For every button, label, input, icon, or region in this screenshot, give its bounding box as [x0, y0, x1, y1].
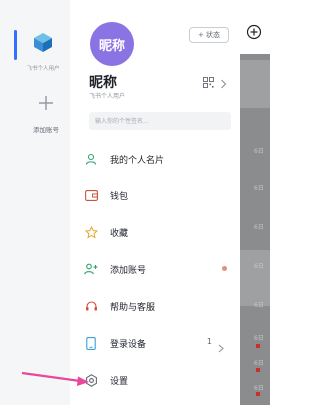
- nickname[interactable]: 昵称: [89, 72, 117, 92]
- feishu-logo-icon[interactable]: [32, 32, 54, 58]
- menu-label: 帮助与客服: [110, 302, 156, 313]
- flag-icon: [256, 392, 260, 396]
- background-date: 6日: [254, 263, 264, 270]
- wallet-icon: [84, 188, 98, 202]
- background-date: 6日: [254, 185, 264, 192]
- menu-item-help[interactable]: 帮助与客服: [84, 293, 236, 319]
- add-account-icon: [84, 262, 98, 276]
- headset-icon: [84, 299, 98, 313]
- background-row: [240, 250, 270, 306]
- menu-label: 钱包: [110, 191, 129, 202]
- notification-dot: [222, 266, 227, 271]
- menu-label: 设置: [110, 376, 129, 387]
- menu-item-add-account[interactable]: 添加账号: [84, 256, 236, 282]
- device-count: 1: [206, 337, 212, 346]
- chevron-right-icon: [218, 338, 224, 357]
- avatar[interactable]: 昵称: [90, 22, 134, 66]
- star-icon: [84, 225, 98, 239]
- flag-icon: [256, 368, 260, 372]
- plus-icon[interactable]: [37, 94, 55, 116]
- menu-label: 添加账号: [110, 265, 147, 276]
- gear-icon: [84, 373, 98, 387]
- user-type-label: 飞书个人用户: [89, 93, 126, 100]
- person-card-icon: [84, 152, 98, 166]
- background-date: 6日: [254, 224, 264, 231]
- account-rail: 飞书个人用户 添加账号: [0, 0, 70, 405]
- menu-item-devices[interactable]: 登录设备 1: [84, 330, 236, 356]
- active-account-marker: [14, 30, 17, 60]
- background-date: 6日: [254, 385, 264, 392]
- menu-item-favorites[interactable]: 收藏: [84, 219, 236, 245]
- menu-item-wallet[interactable]: 钱包: [84, 182, 236, 208]
- status-button[interactable]: + 状态: [189, 27, 229, 43]
- rail-add-account-label[interactable]: 添加账号: [26, 124, 66, 134]
- background-date: 6日: [254, 335, 264, 342]
- background-date: 6日: [254, 302, 264, 309]
- chevron-right-icon[interactable]: [220, 74, 227, 93]
- menu-label: 收藏: [110, 228, 129, 239]
- menu-item-business-card[interactable]: 我的个人名片: [84, 146, 236, 172]
- flag-icon: [256, 344, 260, 348]
- menu-label: 登录设备: [110, 339, 147, 350]
- add-circle-icon[interactable]: [246, 24, 262, 44]
- background-row: [240, 60, 270, 108]
- menu-label: 我的个人名片: [110, 155, 165, 166]
- background-date: 6日: [254, 148, 264, 155]
- signature-input[interactable]: [89, 112, 231, 130]
- background-date: 6日: [254, 360, 264, 367]
- phone-icon: [84, 336, 98, 350]
- qr-code-icon[interactable]: [203, 73, 214, 92]
- menu-item-settings[interactable]: 设置: [84, 367, 236, 393]
- rail-account-label: 飞书个人用户: [26, 66, 60, 72]
